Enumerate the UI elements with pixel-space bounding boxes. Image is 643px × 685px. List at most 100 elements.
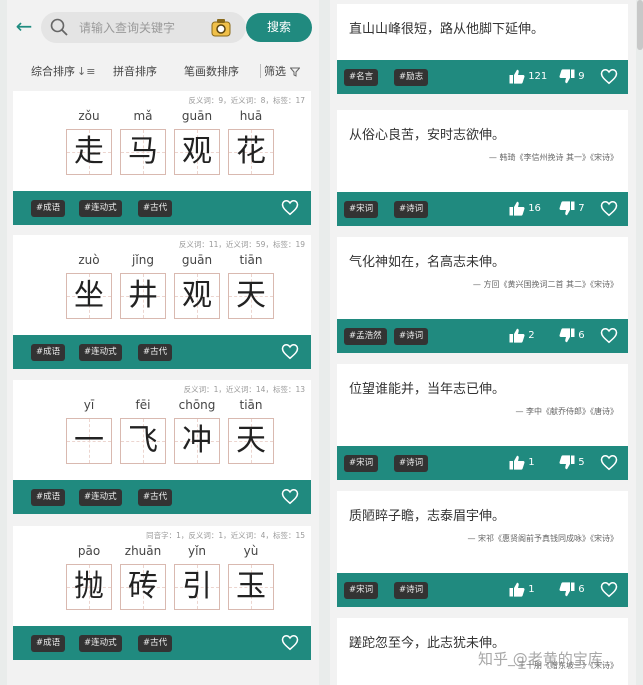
favorite-heart-icon[interactable] (600, 581, 618, 598)
like-button[interactable]: 1 (509, 581, 535, 599)
like-button[interactable]: 121 (509, 68, 547, 86)
tag-chip[interactable]: #励志 (394, 69, 429, 86)
tag-chip[interactable]: #诗词 (394, 201, 429, 218)
like-button[interactable]: 1 (509, 454, 535, 472)
quote-card-footer: #宋词 #诗词 1 5 (337, 446, 628, 480)
sort-order-icon: ↓≡ (77, 65, 96, 78)
tag-chip[interactable]: #成语 (31, 635, 66, 652)
quote-text: 质陋睟子瞻，志泰眉宇伸。 (349, 509, 506, 524)
thumbs-down-icon (559, 68, 575, 83)
tag-chip[interactable]: #古代 (138, 344, 173, 361)
dislike-button[interactable]: 6 (559, 327, 585, 345)
tag-chip[interactable]: #宋词 (344, 582, 379, 599)
like-count: 1 (528, 584, 535, 595)
favorite-heart-icon[interactable] (281, 199, 299, 216)
sort-pinyin[interactable]: 拼音排序 (113, 63, 157, 79)
thumbs-down-icon (559, 454, 575, 469)
like-button[interactable]: 2 (509, 327, 535, 345)
thumbs-up-icon (509, 455, 525, 470)
hanzi: 玉 (236, 569, 266, 604)
hanzi: 花 (236, 134, 266, 169)
search-button[interactable]: 搜索 (246, 13, 312, 42)
tag-chip[interactable]: #诗词 (394, 455, 429, 472)
filter-button[interactable]: 筛选 (264, 63, 301, 79)
search-icon (50, 18, 68, 36)
idiom-card[interactable]: 反义词：9，近义词：8，标签：17 zǒu 走 mǎ 马 guān 观 huā 花 #成语 #连动式… (13, 91, 311, 225)
quote-text: 直山山峰很短，路从他脚下延伸。 (349, 22, 545, 37)
favorite-heart-icon[interactable] (600, 454, 618, 471)
quote-card-footer: #孟浩然 #诗词 2 6 (337, 319, 628, 353)
quote-card[interactable]: 位望谁能并，当年志已伸。 — 李中《献乔侍郎》《唐诗》 #宋词 #诗词 1 5 (337, 364, 628, 480)
tag-chip[interactable]: #诗词 (394, 582, 429, 599)
tag-chip[interactable]: #连动式 (79, 200, 122, 217)
idiom-list-panel: ← 请输入查询关键字 搜索 综合排序 ↓≡ 拼音排序 笔画数排序 筛选 反义词：9… (7, 0, 319, 685)
quote-card[interactable]: 气化神如在，名高志未伸。 — 方回《黄兴国挽词二首 其二》《宋诗》 #孟浩然 #诗词 … (337, 237, 628, 353)
dislike-button[interactable]: 9 (559, 68, 585, 86)
hanzi: 走 (74, 134, 104, 169)
tag-chip[interactable]: #孟浩然 (344, 328, 387, 345)
tag-chip[interactable]: #古代 (138, 489, 173, 506)
hanzi: 天 (236, 423, 266, 458)
tag-chip[interactable]: #成语 (31, 344, 66, 361)
like-count: 16 (528, 203, 541, 214)
hanzi: 井 (128, 278, 158, 313)
back-arrow-icon[interactable]: ← (13, 15, 35, 37)
like-count: 1 (528, 457, 535, 468)
tag-chip[interactable]: #名言 (344, 69, 379, 86)
hanzi: 抛 (74, 569, 104, 604)
idiom-stats: 反义词：1，近义词：14，标签：13 (183, 385, 305, 394)
pinyin: tiān (239, 398, 263, 412)
favorite-heart-icon[interactable] (600, 68, 618, 85)
dislike-count: 6 (578, 584, 585, 595)
idiom-card[interactable]: 反义词：11，近义词：59，标签：19 zuò 坐 jǐng 井 guān 观 tiān 天 #成… (13, 235, 311, 369)
quote-source: — 李中《献乔侍郎》《唐诗》 (515, 407, 618, 416)
favorite-heart-icon[interactable] (281, 343, 299, 360)
idiom-card[interactable]: 反义词：1，近义词：14，标签：13 yī 一 fēi 飞 chōng 冲 tiān 天 #成语 #… (13, 380, 311, 514)
thumbs-down-icon (559, 581, 575, 596)
thumbs-up-icon (509, 328, 525, 343)
dislike-button[interactable]: 5 (559, 454, 585, 472)
favorite-heart-icon[interactable] (600, 200, 618, 217)
idiom-card-footer: #成语 #连动式 #古代 (13, 480, 311, 514)
tag-chip[interactable]: #宋词 (344, 201, 379, 218)
dislike-button[interactable]: 7 (559, 200, 585, 218)
search-input[interactable]: 请输入查询关键字 (41, 12, 246, 43)
pinyin: mǎ (133, 109, 153, 123)
hanzi: 引 (182, 569, 212, 604)
tag-chip[interactable]: #成语 (31, 489, 66, 506)
like-button[interactable]: 16 (509, 200, 541, 218)
tag-chip[interactable]: #连动式 (79, 344, 122, 361)
sort-strokes[interactable]: 笔画数排序 (184, 63, 239, 79)
idiom-card-footer: #成语 #连动式 #古代 (13, 335, 311, 369)
camera-icon[interactable] (211, 18, 231, 37)
tag-chip[interactable]: #宋词 (344, 455, 379, 472)
tag-chip[interactable]: #古代 (138, 635, 173, 652)
tag-chip[interactable]: #成语 (31, 200, 66, 217)
scrollbar[interactable] (637, 0, 643, 50)
tag-chip[interactable]: #古代 (138, 200, 173, 217)
quote-card-footer: #名言 #励志 121 9 (337, 60, 628, 94)
pinyin: zuò (78, 253, 100, 267)
quote-card[interactable]: 从俗心良苦，安时志欲伸。 — 韩琦《李信州挽诗 其一》《宋诗》 #宋词 #诗词 16 … (337, 110, 628, 226)
dislike-button[interactable]: 6 (559, 581, 585, 599)
sort-comprehensive[interactable]: 综合排序 ↓≡ (31, 63, 95, 79)
dislike-count: 6 (578, 330, 585, 341)
idiom-card-footer: #成语 #连动式 #古代 (13, 626, 311, 660)
idiom-stats: 反义词：9，近义词：8，标签：17 (188, 96, 305, 105)
favorite-heart-icon[interactable] (600, 327, 618, 344)
quote-text: 气化神如在，名高志未伸。 (349, 255, 506, 270)
quote-card[interactable]: 质陋睟子瞻，志泰眉宇伸。 — 宋祁《惠贤阁前予真钱同成咏》《宋诗》 #宋词 #诗词 1… (337, 491, 628, 607)
thumbs-up-icon (509, 201, 525, 216)
pinyin: yī (83, 398, 95, 412)
tag-chip[interactable]: #连动式 (79, 635, 122, 652)
favorite-heart-icon[interactable] (281, 634, 299, 651)
idiom-card[interactable]: 同音字：1，反义词：1，近义词：4，标签：15 pāo 抛 zhuān 砖 yǐn 引 yù 玉… (13, 526, 311, 660)
hanzi: 飞 (128, 423, 158, 458)
favorite-heart-icon[interactable] (281, 488, 299, 505)
tag-chip[interactable]: #诗词 (394, 328, 429, 345)
quote-card[interactable]: 直山山峰很短，路从他脚下延伸。 #名言 #励志 121 9 (337, 4, 628, 94)
idiom-characters: zuò 坐 jǐng 井 guān 观 tiān 天 (13, 253, 311, 323)
dislike-count: 5 (578, 457, 585, 468)
idiom-characters: zǒu 走 mǎ 马 guān 观 huā 花 (13, 109, 311, 179)
tag-chip[interactable]: #连动式 (79, 489, 122, 506)
